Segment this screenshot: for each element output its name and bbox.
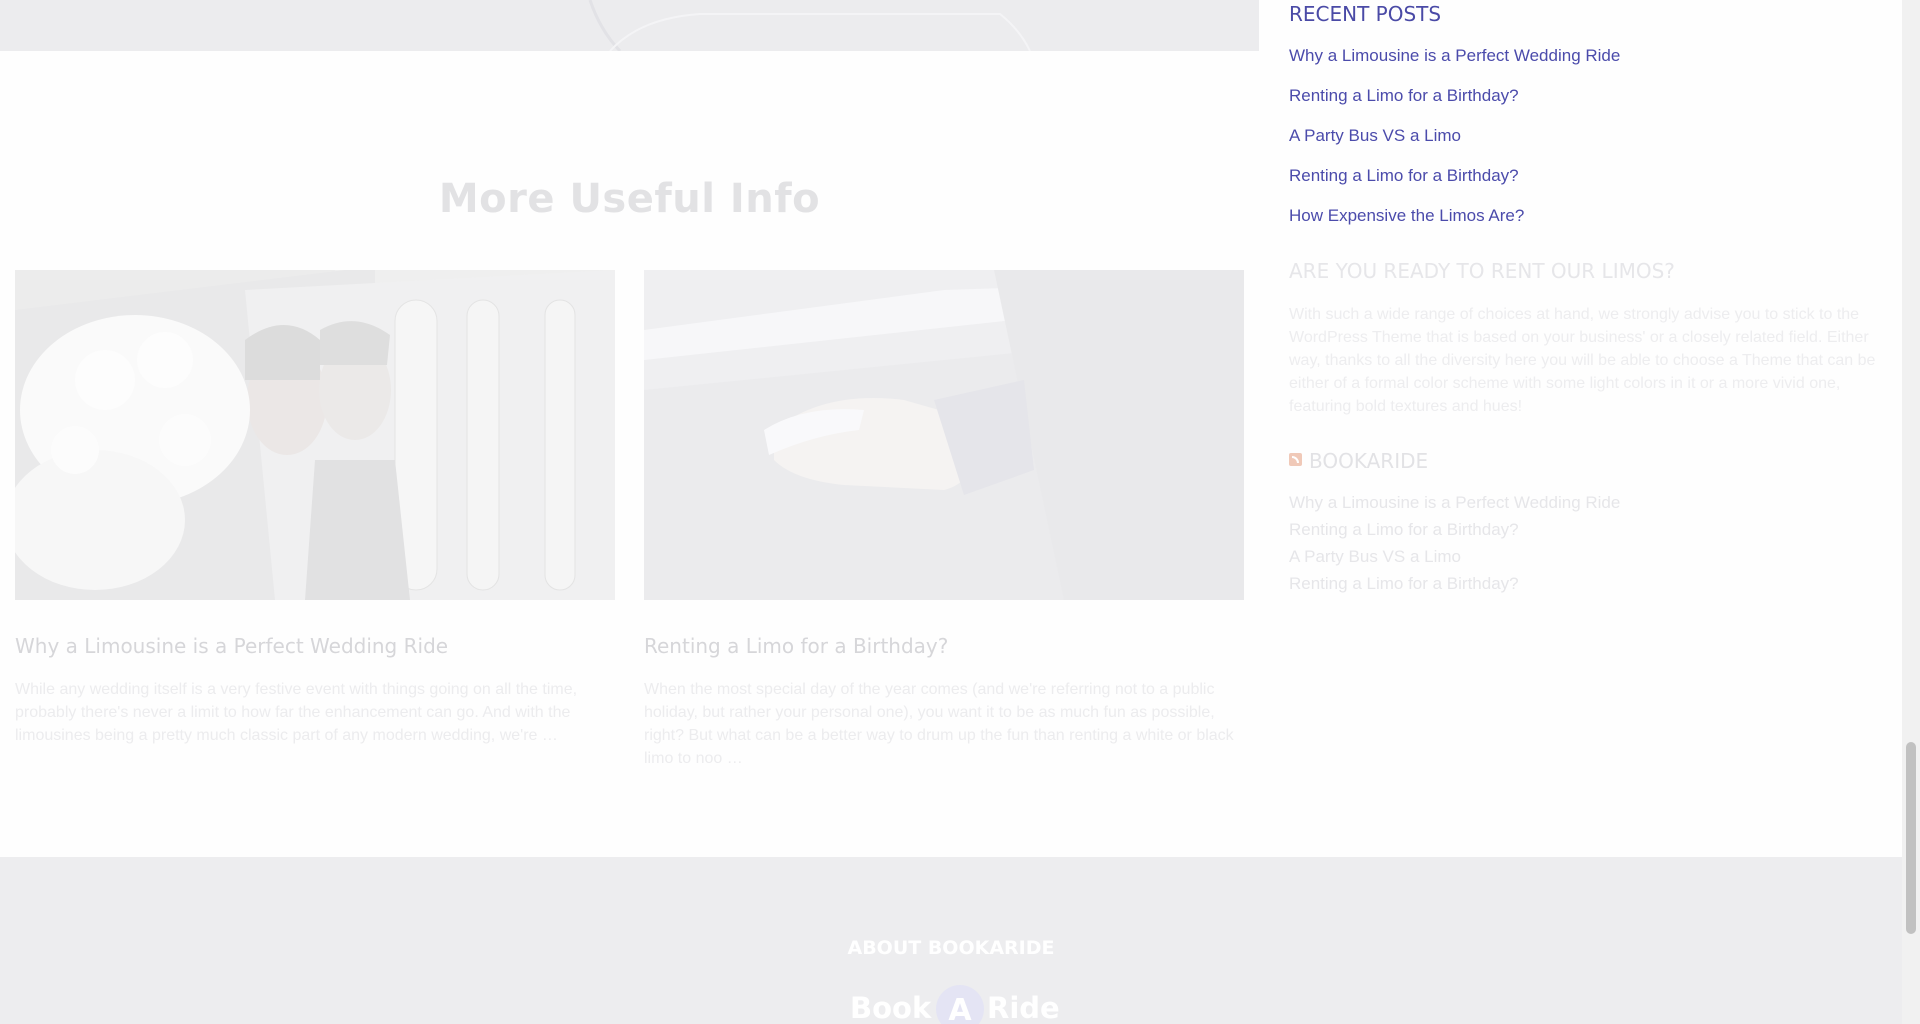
logo-badge: A [936,985,984,1024]
recent-post-link[interactable]: How Expensive the Limos Are? [1289,206,1524,226]
rent-limos-text: With such a wide range of choices at han… [1289,306,1876,415]
rss-feed-link[interactable]: Renting a Limo for a Birthday? [1289,520,1519,540]
rss-feed-link[interactable]: Why a Limousine is a Perfect Wedding Rid… [1289,493,1620,513]
rss-feed-link[interactable]: A Party Bus VS a Limo [1289,547,1461,567]
rent-limos-title: ARE YOU READY TO RENT OUR LIMOS? [1289,259,1675,283]
logo-word-book: Book [850,991,932,1024]
recent-post-link[interactable]: Renting a Limo for a Birthday? [1289,166,1519,186]
recent-posts-title: RECENT POSTS [1289,2,1442,26]
hero-image-bottom [0,0,1259,51]
scrollbar-thumb[interactable] [1906,742,1916,934]
rss-feed-link[interactable]: Renting a Limo for a Birthday? [1289,574,1519,594]
limo-door-hand-image [644,270,1244,600]
footer-about-title: ABOUT BOOKARIDE [847,937,1055,959]
recent-post-link[interactable]: Why a Limousine is a Perfect Wedding Rid… [1289,46,1620,66]
bookaride-logo[interactable]: Book A Ride [850,985,1060,1024]
recent-post-link[interactable]: Renting a Limo for a Birthday? [1289,86,1519,106]
post-card-title[interactable]: Why a Limousine is a Perfect Wedding Rid… [15,634,615,658]
post-card: Renting a Limo for a Birthday? When the … [644,270,1244,767]
footer: ABOUT BOOKARIDE Book A Ride [0,857,1902,1024]
rss-icon[interactable] [1289,453,1302,466]
post-card-excerpt: When the most special day of the year co… [644,681,1234,767]
rss-feed-title[interactable]: BOOKARIDE [1309,449,1428,473]
post-card-title[interactable]: Renting a Limo for a Birthday? [644,634,1244,658]
section-title: More Useful Info [438,176,821,222]
page: More Useful Info Why a Limousine is a Pe… [0,0,1902,1024]
post-card-image-link[interactable] [644,270,1244,600]
post-card-excerpt: While any wedding itself is a very festi… [15,681,578,744]
post-card-image-link[interactable] [15,270,615,600]
wedding-couple-image [15,270,615,600]
recent-post-link[interactable]: A Party Bus VS a Limo [1289,126,1461,146]
logo-word-ride: Ride [987,991,1060,1024]
post-card: Why a Limousine is a Perfect Wedding Rid… [15,270,615,744]
vertical-scrollbar[interactable] [1902,0,1920,1024]
